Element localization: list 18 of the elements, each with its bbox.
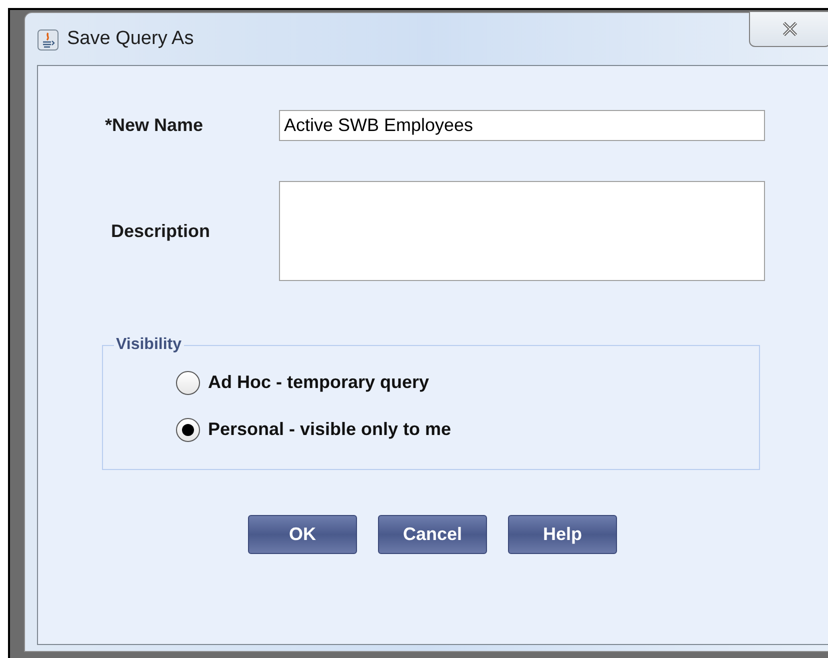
close-button[interactable] (749, 11, 828, 47)
radio-option[interactable]: Personal - visible only to me (176, 416, 759, 443)
field-label: *New Name (105, 114, 204, 137)
close-icon (782, 22, 798, 36)
dialog-button[interactable]: Help (508, 515, 617, 554)
radio-option[interactable]: Ad Hoc - temporary query (176, 369, 759, 396)
group-legend: Visibility (114, 333, 184, 357)
app-icon (37, 29, 59, 51)
dialog-button[interactable]: Cancel (378, 515, 487, 554)
radio-button[interactable] (176, 418, 200, 442)
name-field[interactable]: Active SWB Employees (279, 110, 765, 141)
description-field[interactable] (279, 181, 765, 281)
field-label: Description (110, 220, 212, 243)
dialog-button[interactable]: OK (248, 515, 357, 554)
radio-button[interactable] (176, 370, 200, 394)
radio-label: Personal - visible only to me (208, 418, 452, 441)
window-title: Save Query As (67, 26, 194, 51)
radio-label: Ad Hoc - temporary query (208, 371, 430, 394)
